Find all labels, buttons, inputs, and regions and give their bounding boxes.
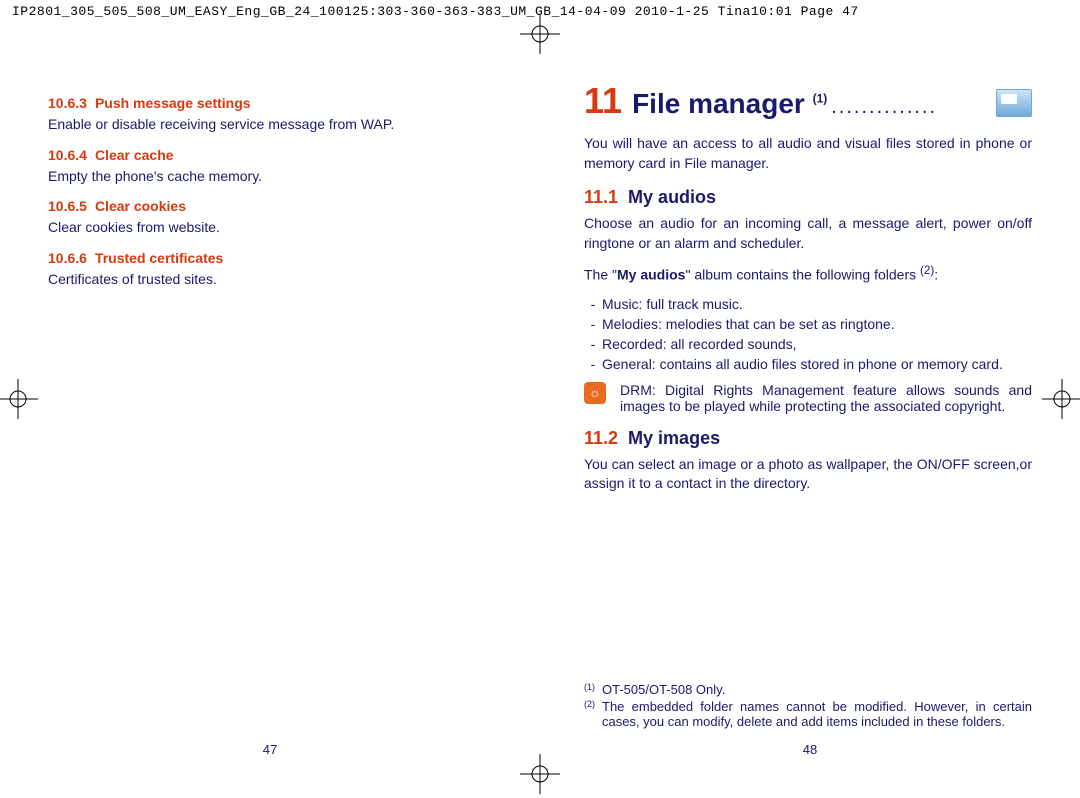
section-11-1-p1: Choose an audio for an incoming call, a … xyxy=(584,214,1032,253)
dot-leader: .............. xyxy=(827,96,990,119)
section-body: Clear cookies from website. xyxy=(48,218,496,238)
section-number: 10.6.6 xyxy=(48,250,87,266)
page-number-right: 48 xyxy=(540,742,1080,757)
section-title: Clear cache xyxy=(95,147,174,163)
section-10-6-4: 10.6.4 Clear cache Empty the phone's cach… xyxy=(48,147,496,187)
section-title: My images xyxy=(628,428,720,448)
section-10-6-6: 10.6.6 Trusted certificates Certificates … xyxy=(48,250,496,290)
footnote-1: (1)OT-505/OT-508 Only. xyxy=(584,682,1032,697)
page-left: 10.6.3 Push message settings Enable or di… xyxy=(0,23,540,783)
section-11-1-p2: The "My audios" album contains the follo… xyxy=(584,263,1032,285)
tip-text: DRM: Digital Rights Management feature a… xyxy=(620,382,1032,414)
chapter-title: File manager (1) xyxy=(632,88,827,120)
footnotes: (1)OT-505/OT-508 Only. (2)The embedded f… xyxy=(584,680,1032,731)
chapter-heading: 11 File manager (1) .............. xyxy=(584,83,1032,120)
section-number: 10.6.3 xyxy=(48,95,87,111)
page-right: 11 File manager (1) .............. You w… xyxy=(540,23,1080,783)
list-item: -Music: full track music. xyxy=(584,296,1032,312)
drm-tip: ☼ DRM: Digital Rights Management feature… xyxy=(584,382,1032,414)
section-10-6-5: 10.6.5 Clear cookies Clear cookies from w… xyxy=(48,198,496,238)
list-item: -Melodies: melodies that can be set as r… xyxy=(584,316,1032,332)
file-manager-icon xyxy=(996,89,1032,117)
section-title: Clear cookies xyxy=(95,198,186,214)
section-title: My audios xyxy=(628,187,716,207)
section-body: Empty the phone's cache memory. xyxy=(48,167,496,187)
chapter-intro: You will have an access to all audio and… xyxy=(584,134,1032,173)
section-number: 10.6.5 xyxy=(48,198,87,214)
section-body: Enable or disable receiving service mess… xyxy=(48,115,496,135)
section-10-6-3: 10.6.3 Push message settings Enable or di… xyxy=(48,95,496,135)
tip-icon: ☼ xyxy=(584,382,606,404)
page-spread: 10.6.3 Push message settings Enable or di… xyxy=(0,23,1080,783)
section-11-2-heading: 11.2 My images xyxy=(584,428,1032,449)
page-number-left: 47 xyxy=(0,742,540,757)
section-number: 11.1 xyxy=(584,187,618,207)
list-item: -General: contains all audio files store… xyxy=(584,356,1032,372)
section-title: Push message settings xyxy=(95,95,251,111)
section-11-1-heading: 11.1 My audios xyxy=(584,187,1032,208)
section-number: 10.6.4 xyxy=(48,147,87,163)
list-item: -Recorded: all recorded sounds, xyxy=(584,336,1032,352)
chapter-number: 11 xyxy=(584,83,622,119)
section-11-2-p1: You can select an image or a photo as wa… xyxy=(584,455,1032,494)
section-number: 11.2 xyxy=(584,428,618,448)
section-body: Certificates of trusted sites. xyxy=(48,270,496,290)
section-title: Trusted certificates xyxy=(95,250,223,266)
footnote-2: (2)The embedded folder names cannot be m… xyxy=(584,699,1032,729)
